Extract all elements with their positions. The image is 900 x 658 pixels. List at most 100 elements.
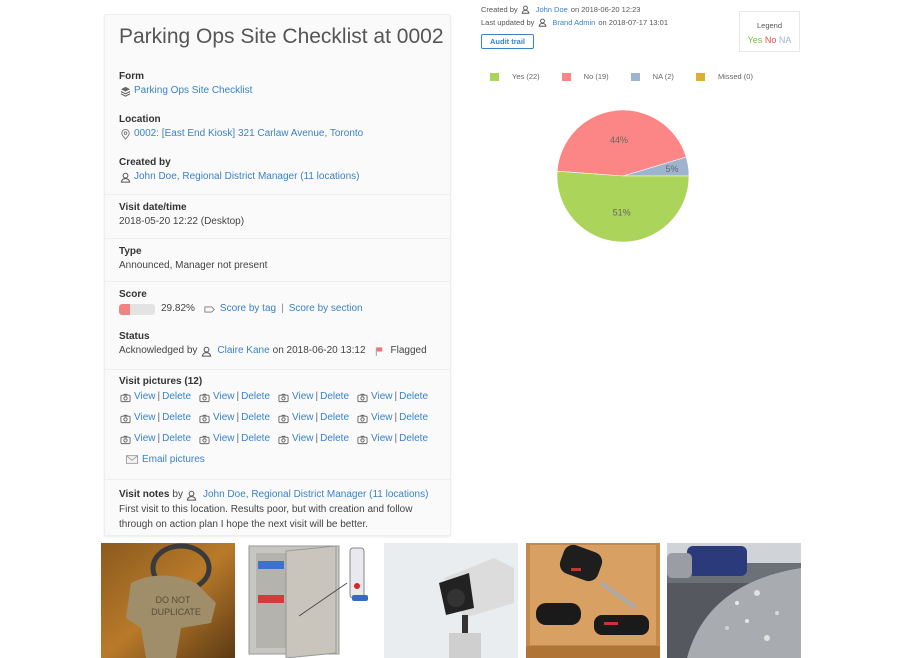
delete-picture-link[interactable]: Delete xyxy=(162,411,191,425)
photo-damaged-car-hood[interactable] xyxy=(667,543,801,658)
type-section: Type Announced, Manager not present xyxy=(105,238,450,273)
view-picture-link[interactable]: View xyxy=(213,411,235,425)
svg-text:DUPLICATE: DUPLICATE xyxy=(151,607,201,617)
camera-icon xyxy=(198,391,210,403)
delete-picture-link[interactable]: Delete xyxy=(162,432,191,446)
view-picture-link[interactable]: View xyxy=(292,390,314,404)
score-value: 29.82% xyxy=(161,303,195,314)
created-by-section: Created by John Doe, Regional District M… xyxy=(105,156,450,184)
view-picture-link[interactable]: View xyxy=(371,390,393,404)
chart-legend: Yes (22) No (19) NA (2) Missed (0) xyxy=(490,72,775,81)
user-icon xyxy=(119,171,131,183)
camera-icon xyxy=(119,391,131,403)
pictures-grid: View | Delete View | Delete View | Delete View | De… xyxy=(119,390,450,446)
legend-label: No (19) xyxy=(583,72,609,81)
camera-icon xyxy=(356,412,368,424)
view-picture-link[interactable]: View xyxy=(371,411,393,425)
visit-pictures-label: Visit pictures (12) xyxy=(119,376,203,387)
visit-notes-user-link[interactable]: John Doe, Regional District Manager (11 … xyxy=(203,488,428,502)
photo-security-camera[interactable] xyxy=(384,543,518,658)
legend-no: No xyxy=(764,35,777,45)
score-progress-fill xyxy=(119,303,130,315)
visit-notes-text: First visit to this location. Results po… xyxy=(119,504,413,530)
view-picture-link[interactable]: View xyxy=(134,390,156,404)
camera-icon xyxy=(198,412,210,424)
delete-picture-link[interactable]: Delete xyxy=(399,390,428,404)
picture-link-separator: | xyxy=(157,412,161,423)
picture-item: View | Delete xyxy=(277,432,356,446)
delete-picture-link[interactable]: Delete xyxy=(320,432,349,446)
camera-icon xyxy=(119,433,131,445)
svg-text:DO NOT: DO NOT xyxy=(156,595,192,605)
type-value: Announced, Manager not present xyxy=(119,260,268,271)
location-link[interactable]: 0002: [East End Kiosk] 321 Carlaw Avenue… xyxy=(134,127,363,141)
photo-key-cabinet[interactable] xyxy=(244,543,375,658)
score-progress-bar xyxy=(119,303,155,315)
chart-legend-item-yes[interactable]: Yes (22) xyxy=(490,72,540,81)
score-by-section-link[interactable]: Score by section xyxy=(289,302,363,316)
delete-picture-link[interactable]: Delete xyxy=(241,390,270,404)
picture-link-separator: | xyxy=(315,391,319,402)
visit-details-card: Parking Ops Site Checklist at 0002 Form … xyxy=(104,14,451,536)
picture-link-separator: | xyxy=(157,391,161,402)
status-prefix: Acknowledged by xyxy=(119,345,198,356)
view-picture-link[interactable]: View xyxy=(371,432,393,446)
view-picture-link[interactable]: View xyxy=(134,411,156,425)
type-label: Type xyxy=(119,246,142,257)
camera-icon xyxy=(198,433,210,445)
updated-date: on 2018-07-17 13:01 xyxy=(598,18,668,27)
picture-link-separator: | xyxy=(394,433,398,444)
status-label: Status xyxy=(119,331,150,342)
delete-picture-link[interactable]: Delete xyxy=(399,432,428,446)
delete-picture-link[interactable]: Delete xyxy=(241,432,270,446)
map-pin-icon xyxy=(119,128,131,140)
picture-item: View | Delete xyxy=(277,390,356,404)
chart-legend-item-no[interactable]: No (19) xyxy=(561,72,609,81)
flagged-status: Flagged xyxy=(390,345,427,356)
camera-icon xyxy=(277,412,289,424)
email-pictures-link[interactable]: Email pictures xyxy=(142,454,205,465)
legend-box: Legend Yes No NA xyxy=(739,11,800,52)
updated-prefix: Last updated by xyxy=(481,18,535,27)
delete-picture-link[interactable]: Delete xyxy=(320,411,349,425)
chart-legend-item-missed[interactable]: Missed (0) xyxy=(695,72,753,81)
picture-link-separator: | xyxy=(157,433,161,444)
pie-chart: 5% 44% 51% xyxy=(556,109,690,243)
created-by-label: Created by xyxy=(119,157,171,168)
layers-icon xyxy=(119,85,131,97)
created-user-link[interactable]: John Doe xyxy=(536,4,568,15)
photo-do-not-duplicate-key[interactable]: DO NOT DUPLICATE xyxy=(101,543,235,658)
updated-user-link[interactable]: Brand Admin xyxy=(552,17,595,28)
camera-icon xyxy=(277,391,289,403)
delete-picture-link[interactable]: Delete xyxy=(241,411,270,425)
score-label: Score xyxy=(119,289,147,300)
chart-legend-item-na[interactable]: NA (2) xyxy=(630,72,674,81)
form-link[interactable]: Parking Ops Site Checklist xyxy=(134,84,252,98)
envelope-icon xyxy=(125,453,139,465)
audit-meta: Created by John Doe on 2018-06-20 12:23 … xyxy=(481,4,668,30)
legend-title: Legend xyxy=(756,21,783,30)
delete-picture-link[interactable]: Delete xyxy=(320,390,349,404)
view-picture-link[interactable]: View xyxy=(134,432,156,446)
legend-swatch xyxy=(561,72,571,81)
view-picture-link[interactable]: View xyxy=(213,432,235,446)
created-prefix: Created by xyxy=(481,5,518,14)
visit-datetime-section: Visit date/time 2018-05-20 12:22 (Deskto… xyxy=(105,194,450,229)
view-picture-link[interactable]: View xyxy=(213,390,235,404)
audit-trail-button[interactable]: Audit trail xyxy=(481,34,534,49)
delete-picture-link[interactable]: Delete xyxy=(162,390,191,404)
score-by-tag-link[interactable]: Score by tag xyxy=(220,302,276,316)
photo-car-keys-drawer[interactable] xyxy=(526,543,660,658)
picture-item: View | Delete xyxy=(356,411,435,425)
delete-picture-link[interactable]: Delete xyxy=(399,411,428,425)
picture-link-separator: | xyxy=(236,391,240,402)
status-user-link[interactable]: Claire Kane xyxy=(217,344,269,358)
flag-icon xyxy=(374,345,386,357)
legend-yes: Yes xyxy=(747,35,763,45)
created-by-link[interactable]: John Doe, Regional District Manager (11 … xyxy=(134,170,359,184)
visit-datetime-label: Visit date/time xyxy=(119,202,187,213)
view-picture-link[interactable]: View xyxy=(292,411,314,425)
picture-link-separator: | xyxy=(236,412,240,423)
view-picture-link[interactable]: View xyxy=(292,432,314,446)
created-date: on 2018-06-20 12:23 xyxy=(570,5,641,14)
